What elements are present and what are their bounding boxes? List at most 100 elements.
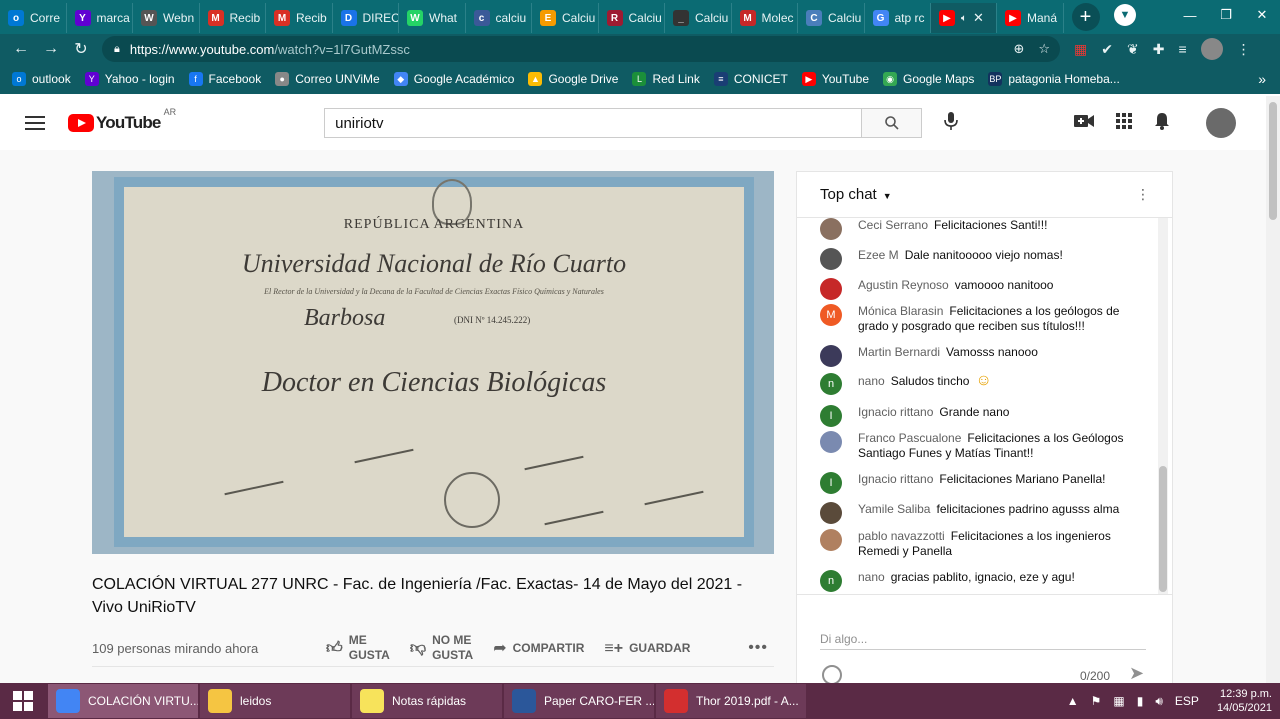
like-button[interactable]: 👍︎ ME GUSTA: [326, 633, 390, 663]
chat-options-icon[interactable]: ⋮: [1136, 186, 1150, 203]
apps-grid-icon[interactable]: [1116, 112, 1132, 134]
browser-tab[interactable]: R Calciu: [599, 3, 665, 33]
address-bar[interactable]: 🔒︎ https://www.youtube.com/watch?v=1l7Gu…: [102, 36, 1060, 62]
browser-tab[interactable]: c calciu: [466, 3, 532, 33]
taskbar-app-button[interactable]: leidos: [200, 684, 350, 718]
chat-author-name[interactable]: Yamile Saliba: [858, 502, 930, 516]
taskbar-app-button[interactable]: Notas rápidas: [352, 684, 502, 718]
chat-author-name[interactable]: Ignacio rittano: [858, 405, 933, 419]
tray-network-icon[interactable]: ▦: [1113, 694, 1124, 708]
browser-menu-icon[interactable]: ⋮: [1237, 41, 1251, 58]
chat-author-avatar[interactable]: I: [820, 472, 842, 494]
bookmark-item[interactable]: Y Yahoo - login: [84, 72, 175, 86]
bookmark-item[interactable]: f Facebook: [188, 72, 261, 86]
chat-author-name[interactable]: Martin Bernardi: [858, 345, 940, 359]
chat-author-avatar[interactable]: [820, 248, 842, 270]
bookmark-item[interactable]: ◉ Google Maps: [883, 72, 974, 86]
tab-close-icon[interactable]: ✕: [973, 10, 984, 26]
share-button[interactable]: ➦ COMPARTIR: [493, 640, 584, 656]
tab-audio-icon[interactable]: 🔈︎: [961, 13, 967, 24]
page-scroll-thumb[interactable]: [1269, 102, 1277, 220]
chat-author-avatar[interactable]: [820, 431, 842, 453]
browser-tab[interactable]: o Corre: [0, 3, 67, 33]
chat-author-name[interactable]: Ezee M: [858, 248, 899, 262]
browser-tab[interactable]: Ymarca: [67, 3, 133, 33]
chat-author-avatar[interactable]: [820, 278, 842, 300]
voice-search-icon[interactable]: [944, 111, 958, 136]
browser-tab[interactable]: W What: [399, 3, 466, 33]
save-button[interactable]: ≡+ GUARDAR: [604, 640, 690, 656]
taskbar-app-button[interactable]: Paper CARO-FER ...: [504, 684, 654, 718]
extension-icon[interactable]: ▦: [1074, 41, 1087, 58]
restore-button[interactable]: ❐: [1208, 7, 1244, 23]
chat-author-name[interactable]: nano: [858, 374, 885, 388]
chat-scroll-thumb[interactable]: [1159, 466, 1167, 592]
chat-author-avatar[interactable]: [820, 218, 842, 240]
windows-start-icon[interactable]: [0, 683, 46, 719]
profile-avatar[interactable]: [1200, 38, 1223, 60]
search-button[interactable]: [862, 108, 923, 138]
profile-menu-icon[interactable]: ▼: [1114, 4, 1136, 26]
chat-author-name[interactable]: nano: [858, 570, 885, 584]
extension-check-icon[interactable]: ✔: [1101, 41, 1113, 58]
extension-leaf-icon[interactable]: ❦: [1127, 41, 1139, 58]
video-player[interactable]: REPÚBLICA ARGENTINA Universidad Nacional…: [92, 171, 774, 554]
tray-expand-icon[interactable]: ▲: [1067, 694, 1079, 708]
bookmarks-overflow-icon[interactable]: »: [1258, 71, 1266, 87]
hamburger-menu-icon[interactable]: [25, 112, 45, 134]
chat-author-name[interactable]: Agustin Reynoso: [858, 278, 949, 292]
browser-tab[interactable]: W Webn: [133, 3, 200, 33]
chat-mode-selector[interactable]: Top chat ▼: [820, 186, 892, 203]
bookmark-star-icon[interactable]: ☆: [1038, 41, 1050, 57]
new-tab-button[interactable]: +: [1071, 3, 1100, 31]
forward-icon[interactable]: →: [36, 40, 66, 58]
chat-author-name[interactable]: pablo navazzotti: [858, 529, 945, 543]
youtube-logo[interactable]: YouTube AR: [68, 107, 176, 133]
bookmark-item[interactable]: ▶ YouTube: [801, 72, 869, 86]
bookmark-item[interactable]: BP patagonia Homeba...: [988, 72, 1120, 86]
bookmark-item[interactable]: ● Correo UNViMe: [275, 72, 380, 86]
minimize-button[interactable]: —: [1172, 8, 1208, 23]
more-actions-icon[interactable]: •••: [748, 639, 768, 657]
notifications-bell-icon[interactable]: [1154, 112, 1170, 135]
back-icon[interactable]: ←: [6, 40, 36, 58]
emoji-picker-icon[interactable]: [822, 665, 842, 685]
extensions-puzzle-icon[interactable]: ✚: [1153, 41, 1165, 58]
bookmark-item[interactable]: ≡ CONICET: [713, 72, 788, 86]
taskbar-app-button[interactable]: COLACIÓN VIRTU...: [48, 684, 198, 718]
chat-author-avatar[interactable]: [820, 529, 842, 551]
dislike-button[interactable]: 👎︎ NO ME GUSTA: [410, 633, 473, 663]
browser-tab[interactable]: _ Calciu: [665, 3, 732, 33]
chat-input[interactable]: Di algo...: [820, 632, 867, 646]
browser-tab[interactable]: C Calciu: [798, 3, 865, 33]
create-video-icon[interactable]: [1074, 114, 1094, 133]
browser-tab[interactable]: M Recib: [200, 3, 266, 33]
chat-author-avatar[interactable]: n: [820, 373, 842, 395]
close-window-button[interactable]: ✕: [1244, 7, 1280, 23]
tray-volume-icon[interactable]: 🔊︎: [1155, 694, 1163, 709]
browser-tab[interactable]: ▶ Maná: [997, 3, 1064, 33]
language-indicator[interactable]: ESP: [1175, 694, 1199, 708]
search-input[interactable]: uniriotv: [324, 108, 863, 138]
tray-flag-icon[interactable]: ⚑: [1091, 694, 1102, 708]
install-icon[interactable]: ⊕: [1013, 41, 1024, 57]
browser-tab[interactable]: M Molec: [732, 3, 798, 33]
chat-author-avatar[interactable]: [820, 345, 842, 367]
browser-tab[interactable]: E Calciu: [532, 3, 599, 33]
chat-author-name[interactable]: Ignacio rittano: [858, 472, 933, 486]
chat-author-avatar[interactable]: [820, 502, 842, 524]
chat-author-name[interactable]: Franco Pascualone: [858, 431, 961, 445]
tray-signal-icon[interactable]: ▮: [1137, 694, 1144, 708]
bookmark-item[interactable]: L Red Link: [632, 72, 700, 86]
chat-author-avatar[interactable]: M: [820, 304, 842, 326]
chat-scrollbar[interactable]: [1158, 218, 1168, 594]
send-icon[interactable]: ➤: [1129, 663, 1144, 684]
bookmark-item[interactable]: ◆ Google Académico: [393, 72, 514, 86]
media-queue-icon[interactable]: ≡: [1178, 41, 1186, 57]
chat-author-name[interactable]: Ceci Serrano: [858, 218, 928, 232]
account-avatar[interactable]: [1206, 108, 1236, 138]
reload-icon[interactable]: ↻: [66, 39, 96, 59]
bookmark-item[interactable]: ▲ Google Drive: [528, 72, 618, 86]
chat-author-name[interactable]: Mónica Blarasin: [858, 304, 943, 318]
browser-tab[interactable]: ▶ 🔈︎ ✕: [931, 3, 997, 33]
